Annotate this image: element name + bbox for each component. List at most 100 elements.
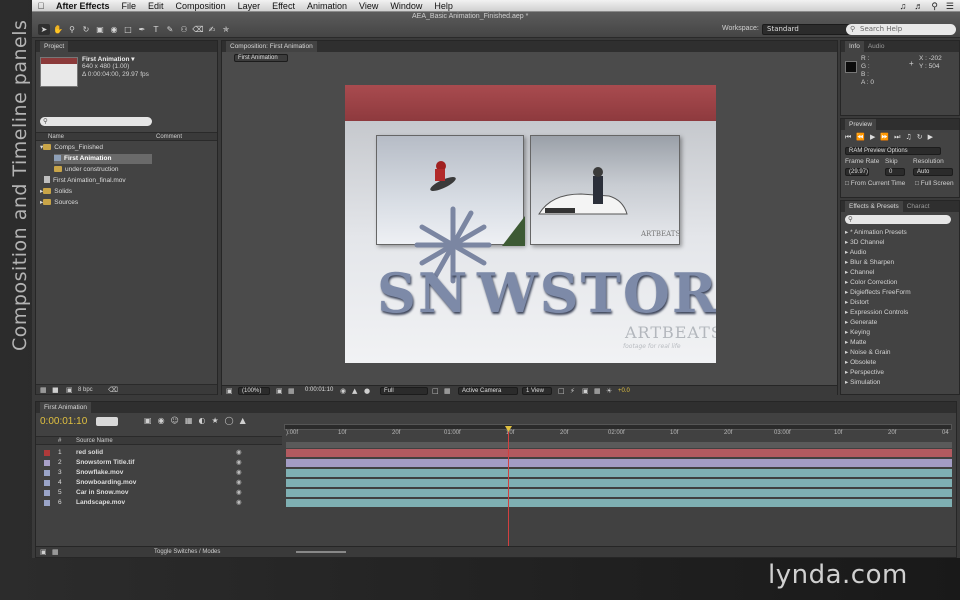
timeline-icon[interactable]: ▣ xyxy=(582,387,589,395)
show-snapshot-icon[interactable]: ▲ xyxy=(352,387,357,395)
search-help-input[interactable]: ⚲ Search Help xyxy=(846,24,956,35)
time-ruler[interactable]: ):00f 10f 20f 01:00f 10f 20f 02:00f 10f … xyxy=(286,430,952,438)
frame-blending-icon[interactable]: ▦ xyxy=(185,416,193,425)
spotlight-icon[interactable]: ⚲ xyxy=(931,1,938,12)
tab-audio[interactable]: Audio xyxy=(864,41,889,52)
menu-layer[interactable]: Layer xyxy=(232,1,267,11)
snapshot-icon[interactable]: ◉ xyxy=(340,387,346,395)
ram-preview-icon[interactable]: ▶ xyxy=(928,133,933,142)
effects-search-input[interactable]: ⚲ xyxy=(845,215,951,224)
tab-info[interactable]: Info xyxy=(845,41,864,52)
grid-icon[interactable]: ▦ xyxy=(288,387,295,395)
effects-item[interactable]: ▸ Perspective xyxy=(845,368,884,378)
toggle-pixel-aspect-icon[interactable]: □ xyxy=(558,387,565,395)
safe-zones-icon[interactable]: ▣ xyxy=(276,387,283,395)
menu-file[interactable]: File xyxy=(116,1,143,11)
rotate-tool-icon[interactable]: ↻ xyxy=(80,24,92,35)
graph-editor-icon[interactable]: ▲ xyxy=(240,416,246,425)
project-row-folder[interactable]: ▾ Comps_Finished xyxy=(40,143,103,153)
eye-icon[interactable]: ◉ xyxy=(236,498,242,508)
label-color[interactable] xyxy=(44,460,50,466)
resolution-select[interactable]: Auto xyxy=(913,168,953,176)
menu-animation[interactable]: Animation xyxy=(301,1,353,11)
label-color[interactable] xyxy=(44,450,50,456)
label-color[interactable] xyxy=(44,500,50,506)
timeline-current-time[interactable]: 0:00:01:10 xyxy=(40,416,87,427)
eye-icon[interactable]: ◉ xyxy=(236,448,242,458)
label-color[interactable] xyxy=(44,480,50,486)
current-time-indicator[interactable] xyxy=(505,426,512,556)
magnification-select[interactable]: (100%) xyxy=(238,387,270,395)
play-icon[interactable]: ▶ xyxy=(870,133,875,142)
type-tool-icon[interactable]: T xyxy=(150,24,162,35)
apple-icon[interactable]:  xyxy=(32,1,50,11)
camera-select[interactable]: Active Camera xyxy=(458,387,518,395)
project-row-folder[interactable]: ▸ Sources xyxy=(40,198,78,208)
rectangle-tool-icon[interactable]: □ xyxy=(122,24,134,35)
next-frame-icon[interactable]: ⏩ xyxy=(880,133,889,142)
timeline-search-input[interactable] xyxy=(96,417,118,426)
hand-tool-icon[interactable]: ✋ xyxy=(52,24,64,35)
project-row-folder[interactable]: ▸ Solids xyxy=(40,187,72,197)
layer-row[interactable]: 5 Car in Snow.mov ◉ xyxy=(36,488,282,498)
layer-row[interactable]: 1 red solid ◉ xyxy=(36,448,282,458)
eye-icon[interactable]: ◉ xyxy=(236,458,242,468)
puppet-tool-icon[interactable]: ✯ xyxy=(220,24,232,35)
first-frame-icon[interactable]: ⏮ xyxy=(845,133,851,142)
tab-project[interactable]: Project xyxy=(40,41,69,52)
layer-duration-bar[interactable] xyxy=(286,499,952,507)
brainstorm-icon[interactable]: ★ xyxy=(211,416,218,425)
resolution-select[interactable]: Full xyxy=(380,387,428,395)
new-comp-icon[interactable]: ▣ xyxy=(66,386,73,394)
col-comment[interactable]: Comment xyxy=(156,134,182,140)
zoom-tool-icon[interactable]: ⚲ xyxy=(66,24,78,35)
camera-tool-icon[interactable]: ▣ xyxy=(94,24,106,35)
project-row-file[interactable]: First Animation_final.mov xyxy=(44,176,126,186)
last-frame-icon[interactable]: ⏭ xyxy=(894,133,900,142)
prev-frame-icon[interactable]: ⏪ xyxy=(856,133,865,142)
auto-keyframe-icon[interactable]: ◯ xyxy=(225,416,234,425)
tab-effects-presets[interactable]: Effects & Presets xyxy=(845,201,903,212)
comp-mini-flowchart-icon[interactable]: ▣ xyxy=(144,416,152,425)
layer-row[interactable]: 3 Snowflake.mov ◉ xyxy=(36,468,282,478)
project-row-comp-selected[interactable]: First Animation xyxy=(54,154,152,164)
region-of-interest-icon[interactable]: □ xyxy=(432,387,439,395)
from-current-time-checkbox[interactable]: □ From Current Time xyxy=(845,180,905,187)
zoom-slider[interactable] xyxy=(296,551,346,553)
effects-item[interactable]: ▸ Matte xyxy=(845,338,866,348)
loop-icon[interactable]: ↻ xyxy=(917,133,923,142)
pen-tool-icon[interactable]: ✒ xyxy=(136,24,148,35)
exposure-value[interactable]: +0.0 xyxy=(618,388,630,394)
fast-previews-icon[interactable]: ⚡ xyxy=(570,387,575,395)
skip-select[interactable]: 0 xyxy=(885,168,905,176)
col-source-name[interactable]: Source Name xyxy=(76,438,113,444)
transfer-controls-icon[interactable]: ▦ xyxy=(52,548,59,556)
tab-composition[interactable]: Composition: First Animation xyxy=(226,41,317,52)
bit-depth[interactable]: 8 bpc xyxy=(78,387,93,393)
label-color[interactable] xyxy=(44,490,50,496)
volume-icon[interactable]: ♬ xyxy=(914,1,923,11)
interpret-footage-icon[interactable]: ▦ xyxy=(40,386,47,394)
effects-item[interactable]: ▸ Obsolete xyxy=(845,358,876,368)
effects-item[interactable]: ▸ Expression Controls xyxy=(845,308,908,318)
effects-item[interactable]: ▸ Keying xyxy=(845,328,870,338)
effects-item[interactable]: ▸ 3D Channel xyxy=(845,238,884,248)
comp-breadcrumb[interactable]: First Animation xyxy=(234,54,288,62)
eye-icon[interactable]: ◉ xyxy=(236,468,242,478)
current-time[interactable]: 0:00:01:10 xyxy=(302,387,338,395)
eye-icon[interactable]: ◉ xyxy=(236,478,242,488)
effects-item[interactable]: ▸ Color Correction xyxy=(845,278,897,288)
layer-row[interactable]: 4 Snowboarding.mov ◉ xyxy=(36,478,282,488)
effects-item[interactable]: ▸ Noise & Grain xyxy=(845,348,891,358)
project-row-folder-sub[interactable]: under construction xyxy=(54,165,118,175)
roto-brush-tool-icon[interactable]: ✍ xyxy=(206,24,218,35)
channel-icon[interactable]: ● xyxy=(364,387,370,395)
view-layout-select[interactable]: 1 View xyxy=(522,387,552,395)
composition-canvas[interactable]: ARTBEATS SN WSTOR ARTBEATS footage for r… xyxy=(345,85,716,363)
layer-duration-bar[interactable] xyxy=(286,489,952,497)
effects-item[interactable]: ▸ Audio xyxy=(845,248,866,258)
effects-item[interactable]: ▸ * Animation Presets xyxy=(845,228,907,238)
trash-icon[interactable]: ⌫ xyxy=(108,386,118,394)
stamp-tool-icon[interactable]: ⚇ xyxy=(178,24,190,35)
layer-duration-bar[interactable] xyxy=(286,459,952,467)
